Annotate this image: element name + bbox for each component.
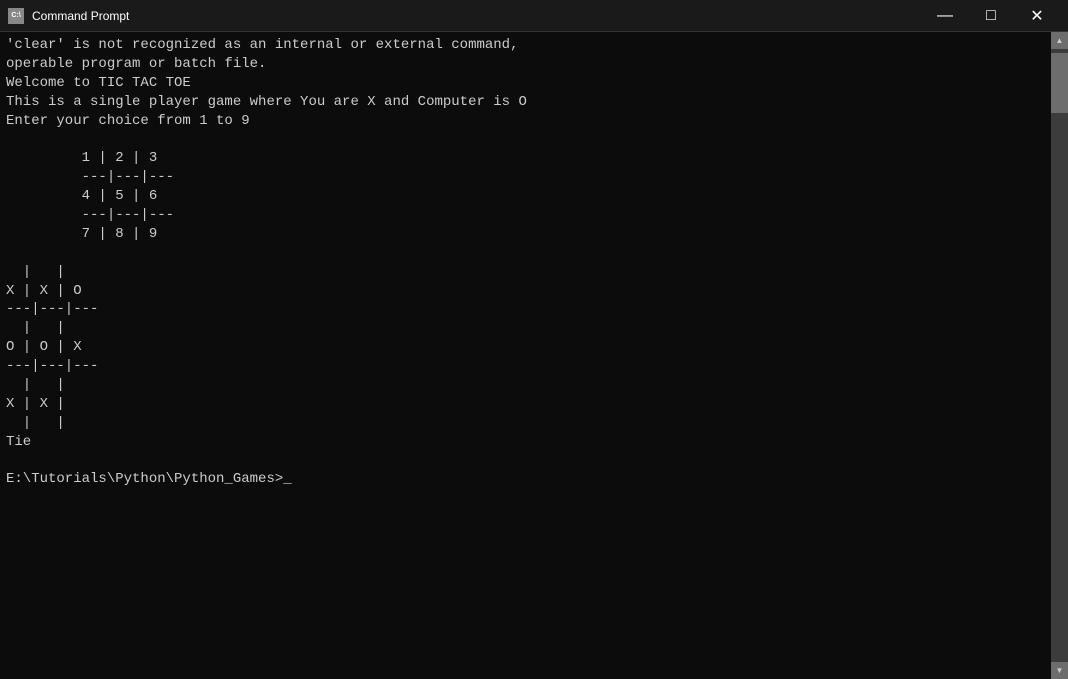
window-title: Command Prompt xyxy=(32,9,922,23)
console-area: 'clear' is not recognized as an internal… xyxy=(0,32,1068,679)
maximize-button[interactable]: □ xyxy=(968,0,1014,32)
scrollbar-thumb[interactable] xyxy=(1051,53,1068,113)
command-prompt-window: C:\ Command Prompt — □ ✕ 'clear' is not … xyxy=(0,0,1068,679)
scrollbar-track[interactable] xyxy=(1051,49,1068,662)
app-icon: C:\ xyxy=(8,8,24,24)
close-button[interactable]: ✕ xyxy=(1014,0,1060,32)
console-output[interactable]: 'clear' is not recognized as an internal… xyxy=(0,32,1051,679)
scrollbar: ▲ ▼ xyxy=(1051,32,1068,679)
scroll-up-button[interactable]: ▲ xyxy=(1051,32,1068,49)
title-bar: C:\ Command Prompt — □ ✕ xyxy=(0,0,1068,32)
minimize-button[interactable]: — xyxy=(922,0,968,32)
window-controls: — □ ✕ xyxy=(922,0,1060,32)
scroll-down-button[interactable]: ▼ xyxy=(1051,662,1068,679)
